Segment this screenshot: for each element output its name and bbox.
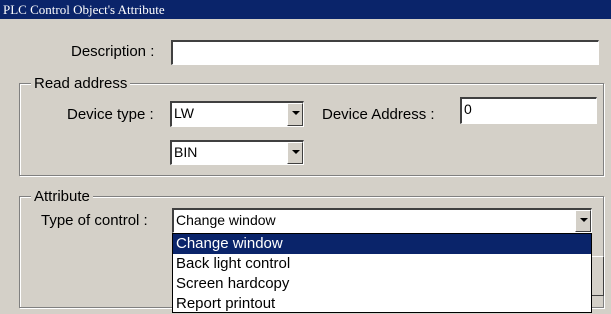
type-of-control-dropdown-button[interactable]	[575, 210, 591, 232]
option-screen-hardcopy[interactable]: Screen hardcopy	[173, 274, 591, 294]
device-type-value: LW	[174, 105, 194, 121]
hidden-button-edge[interactable]	[592, 256, 604, 296]
device-address-input[interactable]: 0	[460, 97, 597, 124]
type-of-control-label: Type of control :	[41, 212, 148, 229]
window-title: PLC Control Object's Attribute	[3, 2, 165, 17]
format-value: BIN	[174, 144, 198, 160]
option-change-window[interactable]: Change window	[173, 234, 591, 254]
device-address-label: Device Address :	[322, 106, 435, 123]
device-address-value: 0	[464, 101, 472, 117]
type-of-control-value: Change window	[176, 212, 276, 228]
option-report-printout[interactable]: Report printout	[173, 294, 591, 314]
type-of-control-listbox[interactable]: Change window Back light control Screen …	[172, 233, 592, 313]
device-type-dropdown-button[interactable]	[287, 103, 303, 126]
description-label: Description :	[71, 43, 155, 60]
attribute-legend: Attribute	[31, 188, 93, 206]
device-type-dropdown[interactable]: LW	[170, 101, 304, 127]
type-of-control-dropdown[interactable]: Change window	[172, 208, 592, 233]
option-back-light-control[interactable]: Back light control	[173, 254, 591, 274]
read-address-legend: Read address	[31, 75, 131, 93]
chevron-down-icon	[292, 150, 300, 154]
format-dropdown[interactable]: BIN	[170, 140, 304, 165]
description-input[interactable]	[171, 40, 599, 65]
device-type-label: Device type :	[67, 106, 154, 123]
format-dropdown-button[interactable]	[287, 142, 303, 164]
window-title-bar[interactable]: PLC Control Object's Attribute	[0, 0, 611, 19]
chevron-down-icon	[292, 111, 300, 115]
chevron-down-icon	[580, 218, 588, 222]
